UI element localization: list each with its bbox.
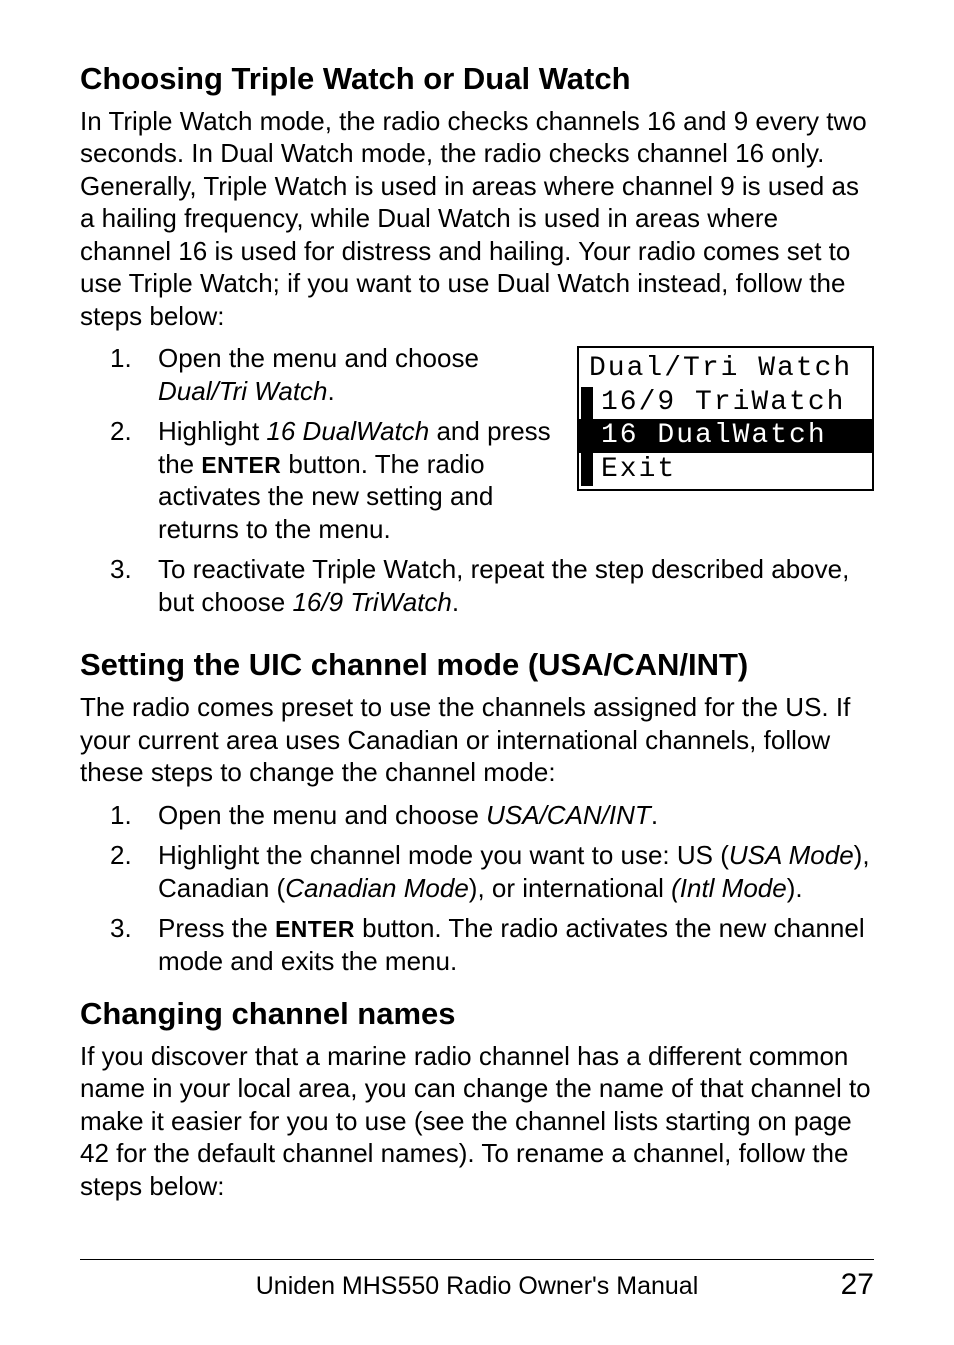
list-number: 2.: [110, 839, 158, 904]
text: .: [328, 376, 335, 406]
heading-changing-channel-names: Changing channel names: [80, 995, 874, 1034]
lcd-title: Dual/Tri Watch: [579, 352, 872, 386]
para-uic-intro: The radio comes preset to use the channe…: [80, 691, 874, 789]
list-number: 1.: [110, 799, 158, 832]
text: Highlight: [158, 416, 266, 446]
list-body: Press the ENTER button. The radio activa…: [158, 912, 874, 977]
mode-intl: (Intl Mode: [671, 873, 787, 903]
footer-rule: [80, 1259, 874, 1260]
mode-canadian: Canadian Mode: [285, 873, 469, 903]
para-channel-names-intro: If you discover that a marine radio chan…: [80, 1040, 874, 1203]
list-number: 3.: [110, 553, 158, 618]
heading-uic-channel-mode: Setting the UIC channel mode (USA/CAN/IN…: [80, 646, 874, 685]
text: ).: [787, 873, 803, 903]
button-label-enter: ENTER: [201, 452, 281, 478]
list-body: Highlight the channel mode you want to u…: [158, 839, 874, 904]
text: Open the menu and choose: [158, 800, 486, 830]
text: Open the menu and choose: [158, 343, 479, 373]
list-item: 2. Highlight 16 DualWatch and press the …: [110, 415, 565, 545]
list-body: Open the menu and choose Dual/Tri Watch.: [158, 342, 565, 407]
list-number: 3.: [110, 912, 158, 977]
para-triple-dual-intro: In Triple Watch mode, the radio checks c…: [80, 105, 874, 333]
list-number: 1.: [110, 342, 158, 407]
text: Highlight the channel mode you want to u…: [158, 840, 729, 870]
lcd-option-dualwatch-selected: 16 DualWatch: [579, 419, 872, 453]
list-item: 3. To reactivate Triple Watch, repeat th…: [110, 553, 874, 618]
footer-manual-title: Uniden MHS550 Radio Owner's Manual: [140, 1271, 814, 1302]
lcd-scrollbar: [581, 387, 593, 485]
list-number: 2.: [110, 415, 158, 545]
page-footer: Uniden MHS550 Radio Owner's Manual 27: [80, 1266, 874, 1304]
page-number: 27: [814, 1266, 874, 1304]
list-body: Highlight 16 DualWatch and press the ENT…: [158, 415, 565, 545]
mode-usa: USA Mode: [729, 840, 854, 870]
list-section2: 1. Open the menu and choose USA/CAN/INT.…: [110, 799, 874, 978]
lcd-option-triwatch: 16/9 TriWatch: [579, 386, 872, 420]
lcd-screenshot: Dual/Tri Watch 16/9 TriWatch 16 DualWatc…: [577, 346, 874, 490]
list-item: 1. Open the menu and choose Dual/Tri Wat…: [110, 342, 565, 407]
text: Press the: [158, 913, 275, 943]
list-body: To reactivate Triple Watch, repeat the s…: [158, 553, 874, 618]
text: ), or international: [469, 873, 671, 903]
text: .: [452, 587, 459, 617]
list-body: Open the menu and choose USA/CAN/INT.: [158, 799, 874, 832]
menu-name-usacanint: USA/CAN/INT: [486, 800, 651, 830]
list-item: 1. Open the menu and choose USA/CAN/INT.: [110, 799, 874, 832]
option-16-dualwatch: 16 DualWatch: [266, 416, 429, 446]
option-169-triwatch: 16/9 TriWatch: [292, 587, 451, 617]
lcd-option-exit: Exit: [579, 453, 872, 487]
button-label-enter: ENTER: [275, 916, 355, 942]
list-item: 2. Highlight the channel mode you want t…: [110, 839, 874, 904]
text: To reactivate Triple Watch, repeat the s…: [158, 554, 849, 617]
list-item: 3. Press the ENTER button. The radio act…: [110, 912, 874, 977]
text: .: [651, 800, 658, 830]
heading-triple-dual-watch: Choosing Triple Watch or Dual Watch: [80, 60, 874, 99]
menu-name-dualtri: Dual/Tri Watch: [158, 376, 328, 406]
